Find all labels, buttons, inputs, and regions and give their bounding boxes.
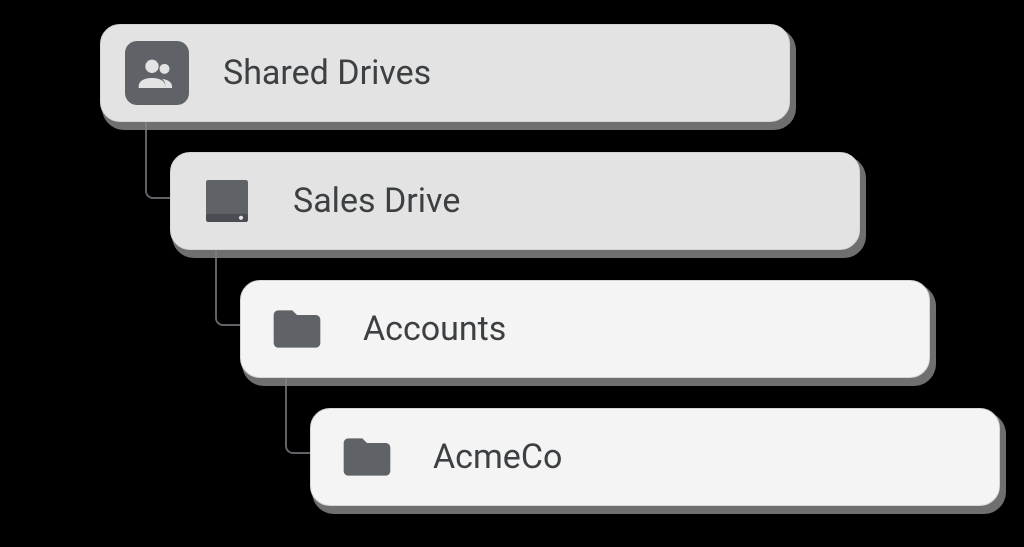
drive-icon bbox=[195, 169, 259, 233]
folder-icon bbox=[265, 297, 329, 361]
tree-node-shared-drives[interactable]: Shared Drives bbox=[100, 24, 790, 122]
tree-node-label: Sales Drive bbox=[293, 181, 460, 221]
tree-node-label: Accounts bbox=[363, 309, 506, 349]
folder-icon bbox=[335, 425, 399, 489]
folder-tree: Shared Drives Sales Drive Accounts AcmeC… bbox=[100, 24, 1000, 536]
tree-node-label: Shared Drives bbox=[223, 53, 431, 93]
tree-node-accounts[interactable]: Accounts bbox=[240, 280, 930, 378]
tree-node-label: AcmeCo bbox=[433, 437, 562, 477]
tree-node-sales-drive[interactable]: Sales Drive bbox=[170, 152, 860, 250]
people-icon bbox=[125, 41, 189, 105]
tree-node-acmeco[interactable]: AcmeCo bbox=[310, 408, 1000, 506]
